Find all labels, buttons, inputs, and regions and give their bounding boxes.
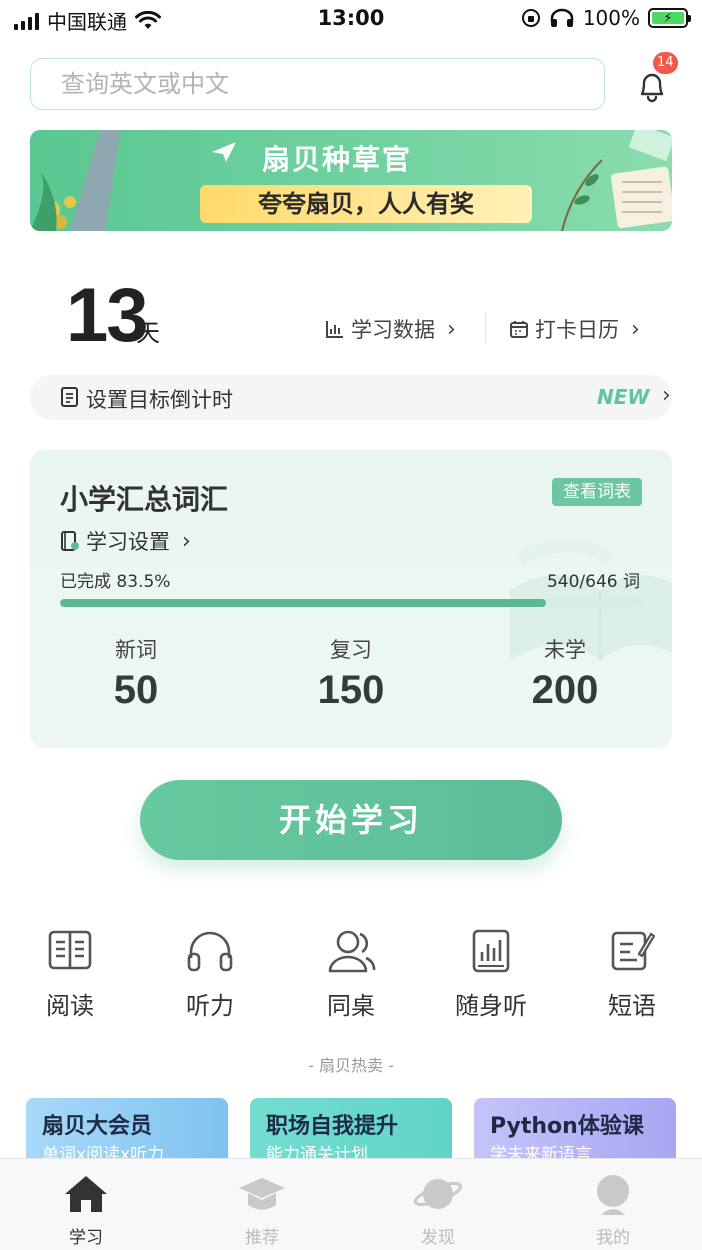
chevron-right-icon: › bbox=[182, 528, 191, 554]
tab-study[interactable]: 学习 bbox=[36, 1171, 136, 1248]
headphones-icon bbox=[187, 931, 233, 972]
tab-label: 学习 bbox=[69, 1228, 103, 1248]
tool-deskmate[interactable]: 同桌 bbox=[301, 928, 401, 1021]
search-box[interactable] bbox=[30, 58, 605, 110]
tool-label: 随身听 bbox=[455, 992, 527, 1020]
calendar-icon bbox=[510, 321, 528, 338]
streak-unit: 天 bbox=[136, 319, 160, 347]
tab-profile[interactable]: 我的 bbox=[563, 1171, 663, 1248]
tab-bar: 学习 推荐 发现 我的 bbox=[0, 1158, 702, 1250]
status-bar: 中国联通 13:00 100% ⚡ bbox=[0, 0, 702, 40]
checkin-calendar-label: 打卡日历 bbox=[535, 318, 619, 342]
document-icon bbox=[61, 387, 78, 407]
profile-icon bbox=[597, 1175, 629, 1215]
view-wordlist-button[interactable]: 查看词表 bbox=[552, 478, 642, 506]
stat-unlearned: 未学 200 bbox=[505, 634, 625, 713]
wordbook-card[interactable]: 小学汇总词汇 查看词表 学习设置 › 已完成 83.5% 540/646 词 新… bbox=[30, 450, 672, 748]
completion-percent: 已完成 83.5% bbox=[60, 572, 171, 592]
study-settings-label: 学习设置 bbox=[86, 530, 170, 554]
tab-label: 发现 bbox=[421, 1228, 455, 1248]
banner-subtitle: 夸夸扇贝，人人有奖 bbox=[200, 185, 532, 223]
hot-section-title: - 扇贝热卖 - bbox=[308, 1056, 394, 1075]
chevron-right-icon: › bbox=[631, 316, 640, 342]
start-learning-button[interactable]: 开始学习 bbox=[140, 780, 562, 860]
progress-bar bbox=[60, 599, 642, 607]
deskmate-icon bbox=[328, 930, 376, 973]
stat-value: 50 bbox=[113, 668, 159, 712]
orientation-lock-icon bbox=[521, 9, 540, 27]
audio-player-icon bbox=[472, 929, 510, 973]
stat-value: 150 bbox=[317, 668, 385, 712]
goal-countdown-label: 设置目标倒计时 bbox=[86, 388, 233, 412]
chevron-right-icon: › bbox=[662, 383, 671, 408]
home-icon bbox=[65, 1176, 107, 1212]
reading-icon bbox=[48, 930, 92, 970]
book-settings-icon bbox=[61, 531, 79, 551]
study-stats-label: 学习数据 bbox=[351, 318, 435, 342]
tool-reading[interactable]: 阅读 bbox=[20, 928, 120, 1021]
tool-label: 短语 bbox=[608, 992, 656, 1020]
promo-title: 扇贝大会员 bbox=[42, 1114, 153, 1139]
status-right: 100% ⚡ bbox=[521, 6, 691, 30]
tab-label: 推荐 bbox=[245, 1228, 279, 1248]
tool-audio-player[interactable]: 随身听 bbox=[441, 928, 541, 1021]
banner-title: 扇贝种草官 bbox=[262, 143, 413, 176]
stat-label: 新词 bbox=[115, 638, 157, 662]
tool-phrases[interactable]: 短语 bbox=[582, 928, 682, 1021]
tool-label: 同桌 bbox=[327, 992, 375, 1020]
promo-title: 职场自我提升 bbox=[266, 1114, 399, 1139]
checkin-calendar-link[interactable]: 打卡日历 › bbox=[509, 314, 640, 344]
tab-label: 我的 bbox=[596, 1228, 630, 1248]
links-divider bbox=[485, 312, 486, 342]
search-input[interactable] bbox=[31, 59, 604, 109]
tool-label: 听力 bbox=[186, 992, 234, 1020]
tool-label: 阅读 bbox=[46, 992, 94, 1020]
streak-days: 13 bbox=[66, 273, 149, 358]
banner-illustration-left bbox=[30, 130, 120, 231]
stat-label: 复习 bbox=[330, 638, 372, 662]
goal-countdown-bar[interactable]: 设置目标倒计时 NEW › bbox=[30, 375, 672, 420]
paper-plane-icon bbox=[212, 142, 236, 162]
phrase-icon bbox=[611, 931, 655, 971]
battery-icon: ⚡ bbox=[648, 8, 691, 28]
chart-icon bbox=[326, 321, 343, 338]
stat-new-words: 新词 50 bbox=[76, 634, 196, 713]
headphones-status-icon bbox=[550, 8, 574, 27]
tool-listening[interactable]: 听力 bbox=[160, 928, 260, 1021]
tab-recommend[interactable]: 推荐 bbox=[212, 1171, 312, 1248]
chevron-right-icon: › bbox=[447, 316, 456, 342]
progress-fill bbox=[60, 599, 546, 607]
new-badge: NEW bbox=[597, 385, 650, 409]
tab-discover[interactable]: 发现 bbox=[388, 1171, 488, 1248]
wordbook-title: 小学汇总词汇 bbox=[60, 483, 229, 516]
promo-title: Python体验课 bbox=[490, 1114, 644, 1139]
stat-label: 未学 bbox=[544, 638, 586, 662]
stat-value: 200 bbox=[531, 668, 599, 712]
word-count: 540/646 词 bbox=[546, 572, 640, 592]
study-settings-link[interactable]: 学习设置 › bbox=[60, 526, 191, 556]
stat-review: 复习 150 bbox=[291, 634, 411, 713]
planet-icon bbox=[413, 1179, 463, 1209]
study-stats-link[interactable]: 学习数据 › bbox=[325, 314, 456, 344]
promo-banner[interactable]: 扇贝种草官 夸夸扇贝，人人有奖 bbox=[30, 130, 672, 231]
banner-illustration-right bbox=[561, 130, 672, 231]
notification-badge: 14 bbox=[653, 52, 678, 74]
battery-percent: 100% bbox=[582, 6, 640, 30]
graduation-cap-icon bbox=[239, 1178, 285, 1210]
